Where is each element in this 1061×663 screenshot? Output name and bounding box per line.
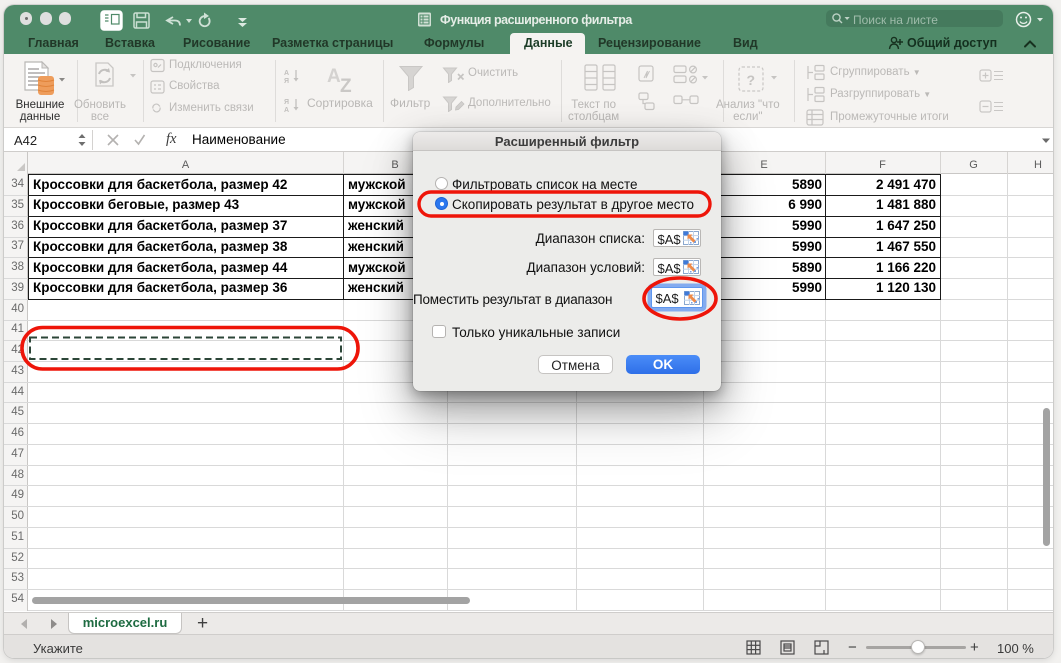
svg-text:Z: Z: [340, 76, 352, 93]
svg-text:А: А: [284, 70, 289, 77]
svg-text:Я: Я: [284, 99, 289, 106]
svg-text:Я: Я: [284, 78, 289, 85]
svg-text:?: ?: [747, 72, 756, 88]
svg-text:A: A: [327, 66, 341, 87]
svg-text:А: А: [284, 107, 289, 114]
